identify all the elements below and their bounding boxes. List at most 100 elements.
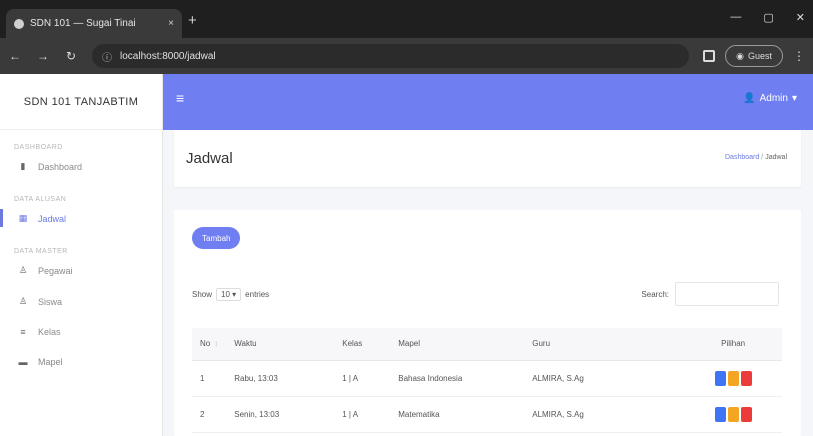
sidebar: SDN 101 TANJABTIM DASHBOARD ▮ Dashboard … (0, 74, 163, 436)
cell-actions (684, 396, 782, 433)
cell-mapel: Matematika (390, 396, 525, 433)
col-waktu[interactable]: Waktu (226, 328, 335, 361)
users-icon: ♙ (18, 296, 28, 306)
browser-tab-title: SDN 101 — Sugai Tinai (30, 18, 136, 29)
site-info-icon[interactable]: ⓘ (102, 49, 112, 64)
jadwal-table: No ↕ Waktu Kelas Mapel Guru Pilihan 1 Rab… (192, 328, 782, 433)
top-navbar: ≡ 👤 Admin ▾ (163, 74, 813, 130)
detail-button[interactable] (714, 370, 726, 386)
page-title: Jadwal (186, 150, 233, 167)
address-bar[interactable]: ⓘ localhost:8000/jadwal (92, 44, 690, 68)
cell-mapel: Bahasa Indonesia (390, 360, 525, 397)
col-pilihan: Pilihan (684, 328, 782, 361)
profile-button[interactable]: ◉ Guest (725, 45, 783, 67)
new-tab-button[interactable]: + (188, 12, 197, 29)
table-row: 2 Senin, 13:03 1 | A Matematika ALMIRA, … (192, 396, 782, 433)
minimize-icon[interactable]: — (730, 11, 741, 24)
delete-button[interactable] (740, 370, 752, 386)
user-icon: ♙ (18, 265, 28, 275)
col-waktu-label: Waktu (234, 339, 257, 349)
user-menu[interactable]: 👤 Admin ▾ (743, 93, 797, 104)
sidebar-item-mapel[interactable]: ▬ Mapel (0, 347, 162, 377)
window-controls: — ▢ ✕ (730, 11, 805, 24)
breadcrumb: Dashboard / Jadwal (725, 154, 787, 161)
close-tab-icon[interactable]: × (168, 18, 174, 29)
sidebar-section-data: DATA ALUSAN (14, 196, 67, 203)
reload-icon[interactable]: ↻ (64, 49, 78, 63)
col-no-label: No (200, 339, 211, 349)
delete-button[interactable] (740, 406, 752, 422)
address-url: localhost:8000/jadwal (120, 50, 216, 62)
show-label: Show (192, 290, 213, 299)
menu-toggle-icon[interactable]: ≡ (176, 90, 184, 106)
breadcrumb-home[interactable]: Dashboard (725, 154, 759, 161)
sidebar-item-pegawai[interactable]: ♙ Pegawai (0, 255, 162, 286)
table-search: Search: (641, 282, 779, 306)
col-no[interactable]: No ↕ (192, 328, 227, 361)
dashboard-icon: ▮ (20, 161, 26, 171)
cell-kelas: 1 | A (334, 360, 391, 397)
sidebar-item-label: Jadwal (38, 213, 67, 224)
cell-guru: ALMIRA, S.Ag (524, 396, 685, 433)
entries-length-control: Show 10 ▾ entries (192, 288, 269, 301)
edit-button[interactable] (727, 406, 739, 422)
forward-icon[interactable]: → (36, 49, 50, 63)
cell-actions (684, 360, 782, 397)
col-kelas-label: Kelas (342, 339, 363, 349)
sidebar-item-label: Dashboard (38, 161, 83, 172)
cell-guru: ALMIRA, S.Ag (524, 360, 685, 397)
detail-button[interactable] (714, 406, 726, 422)
sidebar-item-label: Siswa (38, 296, 63, 307)
sidebar-item-kelas[interactable]: ≡ Kelas (0, 317, 162, 347)
sidebar-item-siswa[interactable]: ♙ Siswa (0, 286, 162, 317)
sidebar-item-label: Pegawai (38, 265, 73, 276)
cell-waktu: Senin, 13:03 (226, 396, 335, 433)
browser-menu-icon[interactable]: ⋮ (793, 49, 805, 63)
breadcrumb-current: Jadwal (765, 154, 787, 161)
edit-button[interactable] (727, 370, 739, 386)
add-button[interactable]: Tambah (192, 227, 241, 249)
cell-kelas: 1 | A (334, 396, 391, 433)
sidebar-item-jadwal[interactable]: ▦ Jadwal (0, 203, 162, 234)
search-input[interactable] (675, 282, 779, 306)
col-mapel-label: Mapel (398, 339, 421, 349)
list-icon: ≡ (20, 327, 26, 337)
cell-waktu: Rabu, 13:03 (226, 360, 335, 397)
browser-tab[interactable]: SDN 101 — Sugai Tinai × (6, 9, 182, 38)
entries-select[interactable]: 10 ▾ (216, 288, 242, 301)
back-icon[interactable]: ← (8, 49, 22, 63)
table-header-row: No ↕ Waktu Kelas Mapel Guru Pilihan (192, 328, 782, 361)
brand-title[interactable]: SDN 101 TANJABTIM (0, 74, 162, 130)
col-kelas[interactable]: Kelas (334, 328, 391, 361)
sidebar-item-dashboard[interactable]: ▮ Dashboard (0, 151, 162, 182)
content-card: Tambah Show 10 ▾ entries Search: No ↕ Wak… (174, 210, 801, 436)
browser-toolbar: ← → ↻ ⓘ localhost:8000/jadwal ◉ Guest ⋮ (0, 38, 813, 74)
close-window-icon[interactable]: ✕ (796, 11, 805, 24)
maximize-icon[interactable]: ▢ (763, 11, 773, 24)
col-pilihan-label: Pilihan (721, 339, 746, 349)
profile-label: Guest (747, 51, 772, 61)
user-name: Admin (759, 93, 788, 104)
browser-tab-bar: SDN 101 — Sugai Tinai × + — ▢ ✕ (0, 0, 813, 38)
sidebar-section-master: DATA MASTER (14, 248, 68, 255)
entries-label: entries (245, 290, 270, 299)
sort-icon: ↕ (214, 339, 219, 349)
table-row: 1 Rabu, 13:03 1 | A Bahasa Indonesia ALM… (192, 360, 782, 397)
profile-icon: ◉ (736, 50, 744, 61)
sidebar-item-label: Kelas (38, 327, 61, 337)
book-icon: ▬ (18, 357, 28, 367)
search-label: Search: (641, 289, 669, 299)
page-header: Jadwal Dashboard / Jadwal (174, 130, 801, 187)
entries-select-value: 10 (221, 290, 230, 299)
sidebar-item-label: Mapel (38, 357, 63, 367)
sidepanel-icon[interactable] (703, 50, 716, 62)
col-mapel[interactable]: Mapel (390, 328, 525, 361)
sidebar-section-dashboard: DASHBOARD (14, 144, 63, 151)
cell-no: 1 (192, 360, 227, 397)
chevron-down-icon: ▾ (791, 93, 797, 104)
col-guru[interactable]: Guru (524, 328, 685, 361)
col-guru-label: Guru (532, 339, 551, 349)
user-avatar-icon: 👤 (743, 93, 756, 104)
cell-no: 2 (192, 396, 227, 433)
favicon-icon (14, 18, 24, 29)
